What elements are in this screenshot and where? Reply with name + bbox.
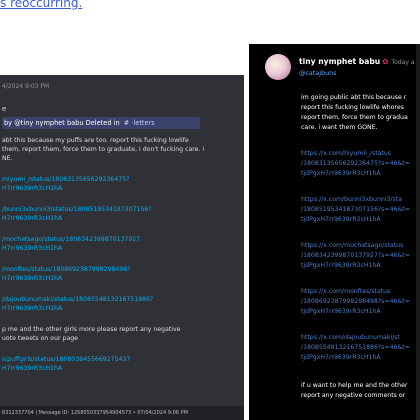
right-tail-line: if u want to help me and the other bbox=[301, 382, 408, 389]
left-tail-line: uote tweets on our page bbox=[2, 335, 78, 342]
left-link[interactable]: /mochatsago/status/1808342399870137927 bbox=[2, 236, 140, 243]
right-link[interactable]: /1808554813216751886?s=46&t= bbox=[301, 344, 410, 351]
left-body-line: them, report them, force them to graduat… bbox=[2, 146, 205, 153]
post-time: Today a bbox=[391, 59, 415, 66]
right-link[interactable]: tjdPgxH7rr9639rR3cH1hA bbox=[301, 170, 381, 177]
caption-text: s reoccurring. bbox=[0, 0, 83, 10]
right-link[interactable]: tjdPgxH7rr9639rR3cH1hA bbox=[301, 216, 381, 223]
left-screenshot-panel: 4/2024 9:03 PM e by @tiny nymphet babu D… bbox=[0, 75, 244, 420]
deleted-in-text: Deleted in bbox=[83, 119, 122, 127]
deleted-by-prefix: by bbox=[4, 119, 15, 127]
right-link[interactable]: tjdPgxH7rr9639rR3cH1hA bbox=[301, 308, 381, 315]
right-link[interactable]: /1808692387998298498?s=46&t= bbox=[301, 298, 410, 305]
author-handle[interactable]: @catajbuns bbox=[299, 69, 337, 77]
left-link[interactable]: H7rr9639rR3cH1hA bbox=[2, 305, 62, 312]
left-link[interactable]: miyumi_/status/1808313565629236475? bbox=[2, 176, 129, 183]
left-tail-line: p me and the other girls more please rep… bbox=[2, 326, 181, 333]
right-link[interactable]: tjdPgxH7rr9639rR3cH1hA bbox=[301, 262, 381, 269]
left-body-line: NE. bbox=[2, 155, 13, 162]
left-link[interactable]: /dajoubunumaki/status/180855481321675188… bbox=[2, 296, 153, 303]
right-body-line: care. i want them GONE. bbox=[301, 124, 378, 131]
author-name-row: tiny nymphet babu ✿ Today a bbox=[299, 57, 414, 66]
right-link[interactable]: /1808342399870137927?s=46&t= bbox=[301, 252, 410, 259]
right-body-line: report them, force them to gradua bbox=[301, 114, 408, 121]
left-link[interactable]: H7rr9639rR3cH1hA bbox=[2, 245, 62, 252]
right-body-line: report this fucking lowlife whores bbox=[301, 104, 404, 111]
right-screenshot-panel: tiny nymphet babu ✿ Today a @catajbuns im … bbox=[249, 44, 420, 420]
author-name[interactable]: tiny nymphet babu bbox=[299, 57, 380, 66]
right-link[interactable]: /1808519534187307156?s=46&t= bbox=[301, 206, 410, 213]
deleted-by-username[interactable]: @tiny nymphet babu bbox=[14, 119, 83, 127]
left-link[interactable]: /mooftes/status/1808692387998298498? bbox=[2, 266, 130, 273]
left-link[interactable]: H7rr9639rR3cH1hA bbox=[2, 365, 62, 372]
left-footer: 6312337704 | Message ID: 125855033795490… bbox=[0, 406, 244, 420]
deleted-message-bar: by @tiny nymphet babu Deleted in # ·lett… bbox=[2, 117, 200, 129]
right-link[interactable]: tjdPgxH7rr9639rR3cH1hA bbox=[301, 354, 381, 361]
right-link[interactable]: https://x.com/mochatsago/status bbox=[301, 242, 403, 249]
left-link[interactable]: H7rr9639rR3cH1hA bbox=[2, 215, 62, 222]
right-link[interactable]: https://x.com/mooftes/status bbox=[301, 288, 390, 295]
right-link[interactable]: /1808313565629236475?s=46&t= bbox=[301, 160, 410, 167]
left-timestamp: 4/2024 9:03 PM bbox=[2, 83, 50, 90]
right-tail-line: report any negative comments or bbox=[301, 392, 406, 399]
left-link[interactable]: /bunni3xbunni3/status/180851953418730715… bbox=[2, 206, 152, 213]
right-link[interactable]: https://x.com/bunni3xbunni3/sta bbox=[301, 196, 402, 203]
left-body-line: abt this because my puffs are too. repor… bbox=[2, 137, 189, 144]
right-body-line: im going public abt this because r bbox=[301, 94, 407, 101]
channel-name[interactable]: # ·letters bbox=[124, 119, 155, 127]
flower-badge-icon: ✿ bbox=[382, 57, 389, 66]
scrollbar[interactable] bbox=[416, 44, 420, 420]
left-link[interactable]: icpuffgirls/status/1808038455669275437 bbox=[2, 356, 130, 363]
right-link[interactable]: https://x.com/dajoubunumaki/st bbox=[301, 334, 400, 341]
left-label: e bbox=[2, 105, 7, 113]
right-link[interactable]: https://x.com/hiyumii_/status bbox=[301, 150, 391, 157]
avatar[interactable] bbox=[265, 54, 291, 80]
left-link[interactable]: H7rr9639rR3cH1hA bbox=[2, 275, 62, 282]
left-link[interactable]: H7rr9639rR3cH1hA bbox=[2, 185, 62, 192]
